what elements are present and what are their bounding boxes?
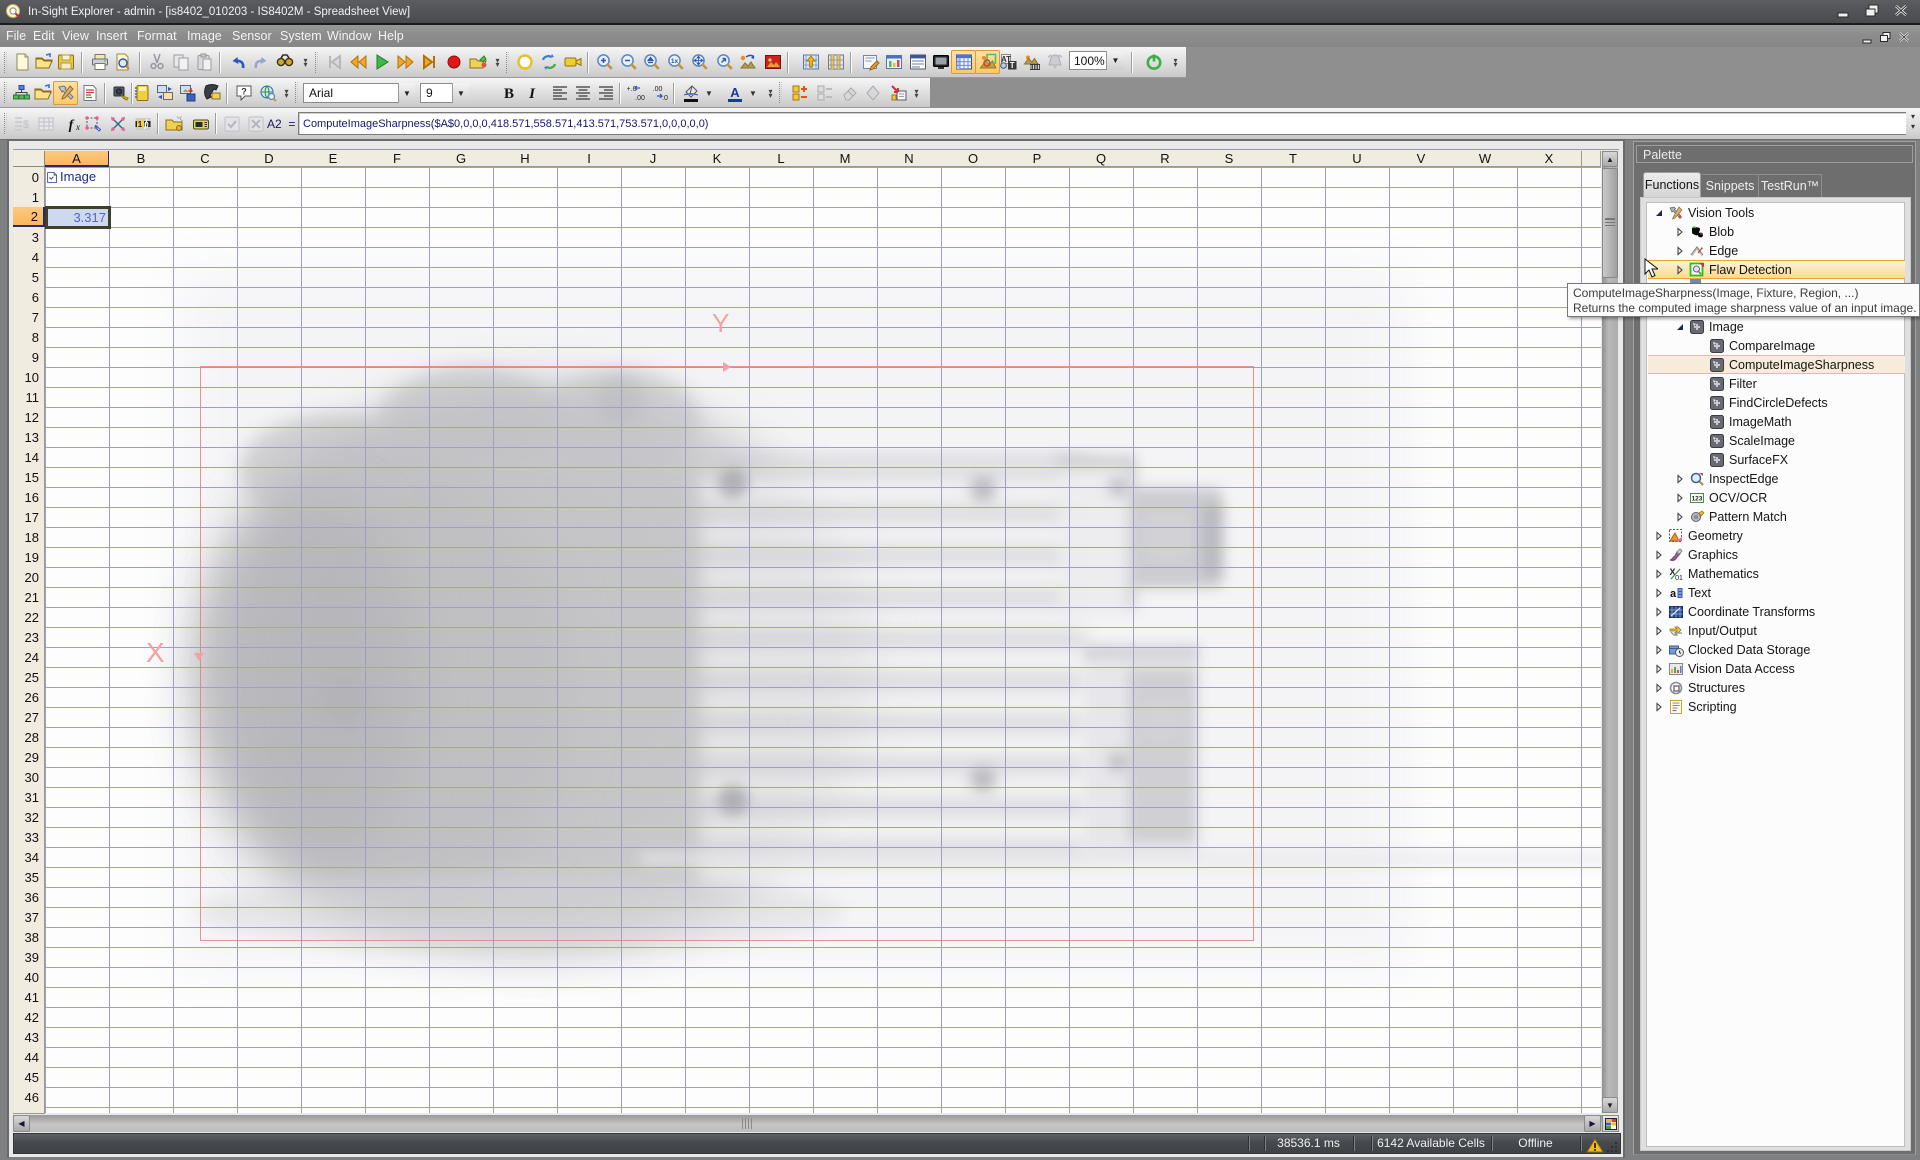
svg-text:a: a — [1670, 588, 1677, 600]
svg-text:1x: 1x — [670, 58, 678, 65]
svg-text:$: $ — [22, 119, 28, 131]
svg-text:B: B — [503, 86, 513, 102]
svg-text:I: I — [528, 86, 536, 102]
svg-text:.0: .0 — [662, 95, 668, 102]
svg-text:?: ? — [241, 87, 247, 97]
svg-text:.00: .00 — [652, 86, 662, 93]
svg-text:A: A — [730, 85, 740, 100]
svg-text:T: T — [1009, 61, 1014, 70]
svg-text:01: 01 — [1675, 575, 1683, 582]
svg-text:1: 1 — [137, 120, 142, 129]
svg-text:f: f — [68, 118, 74, 133]
svg-text:123: 123 — [1692, 495, 1703, 502]
svg-text:.00: .00 — [635, 95, 645, 102]
svg-text:x: x — [75, 122, 80, 132]
